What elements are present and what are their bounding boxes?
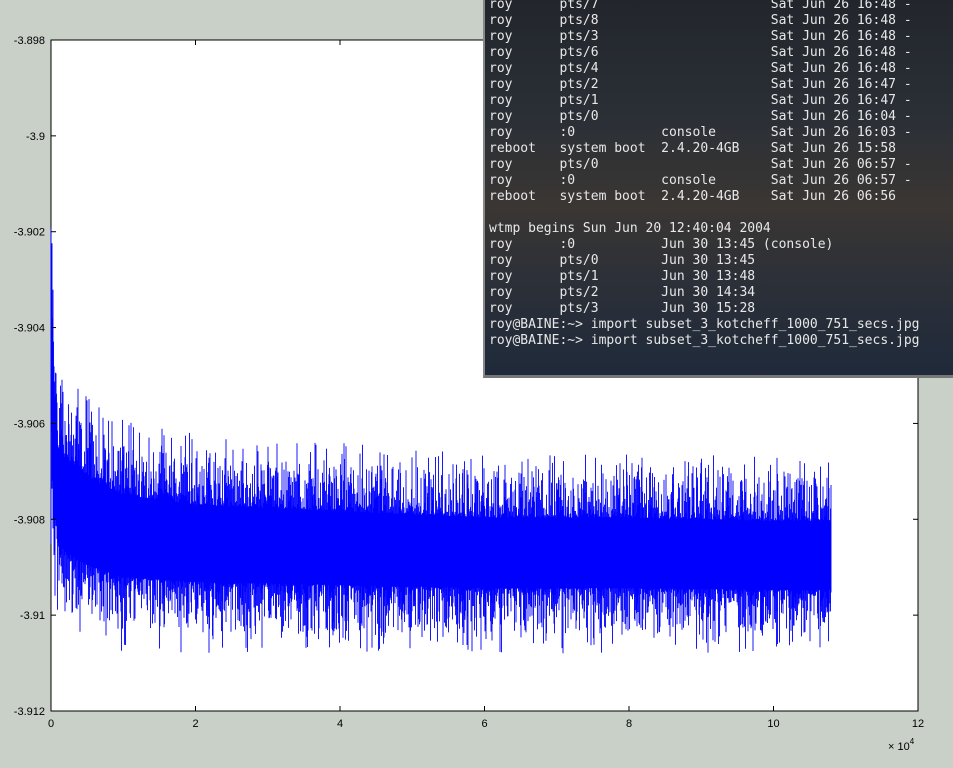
terminal-line: roy pts/0 Sat Jun 26 06:57 - — [489, 157, 912, 172]
terminal-line: reboot system boot 2.4.20-4GB Sat Jun 26… — [489, 141, 896, 156]
terminal-line: roy pts/2 Jun 30 14:34 — [489, 285, 756, 300]
x-tick-label: 2 — [192, 718, 198, 730]
terminal-line: roy pts/1 Jun 30 13:48 — [489, 269, 756, 284]
terminal-line: roy pts/3 Jun 30 15:28 — [489, 301, 756, 316]
terminal-line: roy@BAINE:~> import subset_3_kotcheff_10… — [489, 333, 920, 348]
y-tick-label: -3.904 — [14, 323, 45, 335]
terminal-line: roy@BAINE:~> import subset_3_kotcheff_10… — [489, 317, 920, 332]
y-tick-label: -3.91 — [20, 610, 45, 622]
x-tick-label: 10 — [767, 718, 779, 730]
y-tick-label: -3.902 — [14, 227, 45, 239]
terminal-line: roy pts/2 Sat Jun 26 16:47 - — [489, 77, 912, 92]
terminal-line: roy pts/8 Sat Jun 26 16:48 - — [489, 13, 912, 28]
terminal-line: roy pts/6 Sat Jun 26 16:48 - — [489, 45, 912, 60]
terminal-line: roy :0 console Sat Jun 26 06:57 - — [489, 173, 912, 188]
y-tick-label: -3.898 — [14, 35, 45, 47]
terminal-line: roy pts/7 Sat Jun 26 16:48 - — [489, 0, 912, 12]
terminal-line: roy pts/1 Sat Jun 26 16:47 - — [489, 93, 912, 108]
y-tick-label: -3.908 — [14, 514, 45, 526]
terminal-line: roy pts/3 Sat Jun 26 16:48 - — [489, 29, 912, 44]
y-tick-label: -3.9 — [26, 131, 45, 143]
x-tick-label: 0 — [48, 718, 54, 730]
terminal-line: roy :0 console Sat Jun 26 16:03 - — [489, 125, 912, 140]
y-tick-label: -3.906 — [14, 418, 45, 430]
terminal-line: reboot system boot 2.4.20-4GB Sat Jun 26… — [489, 189, 896, 204]
terminal-output: roy pts/7 Sat Jun 26 16:48 - roy pts/8 Sa… — [485, 0, 919, 349]
terminal-line: wtmp begins Sun Jun 20 12:40:04 2004 — [489, 221, 771, 236]
terminal-line: roy pts/0 Sat Jun 26 16:04 - — [489, 109, 912, 124]
terminal-window[interactable]: roy pts/7 Sat Jun 26 16:48 - roy pts/8 Sa… — [483, 0, 953, 378]
x-exponent-power: 4 — [910, 737, 915, 746]
y-tick-label: -3.912 — [14, 706, 45, 718]
x-tick-label: 4 — [337, 718, 343, 730]
terminal-line: roy pts/0 Jun 30 13:45 — [489, 253, 756, 268]
x-tick-label: 8 — [626, 718, 632, 730]
terminal-line: roy :0 Jun 30 13:45 (console) — [489, 237, 834, 252]
terminal-line: roy pts/4 Sat Jun 26 16:48 - — [489, 61, 912, 76]
x-exponent-label: × 104 — [888, 737, 915, 753]
x-tick-label: 12 — [912, 718, 924, 730]
x-exponent-base: × 10 — [888, 741, 910, 753]
x-tick-label: 6 — [481, 718, 487, 730]
